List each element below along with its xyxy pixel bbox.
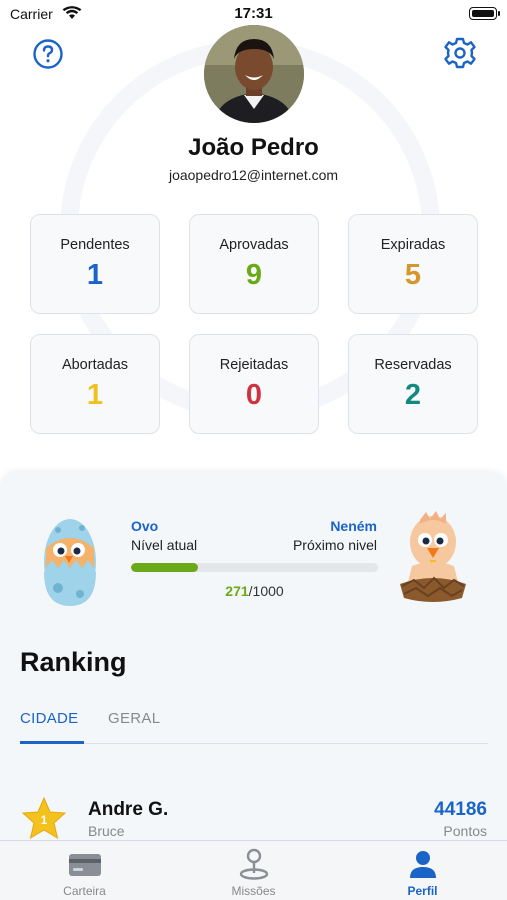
stat-label: Expiradas [380, 237, 446, 253]
next-level-name: Neném [330, 518, 377, 534]
progress-total-points: /1000 [248, 583, 284, 599]
bottom-tab-bar: Carteira Missões Perfil [0, 840, 507, 900]
stat-card-abortadas[interactable]: Abortadas 1 [30, 334, 160, 434]
stat-value: 1 [86, 379, 104, 411]
chick-nest-mascot-icon [398, 508, 468, 613]
user-email: joaopedro12@internet.com [168, 167, 339, 183]
stat-card-aprovadas[interactable]: Aprovadas 9 [189, 214, 319, 314]
tab-missoes[interactable]: Missões [169, 841, 338, 900]
gear-icon [444, 37, 476, 69]
stat-card-rejeitadas[interactable]: Rejeitadas 0 [189, 334, 319, 434]
active-tab-indicator [20, 741, 84, 744]
stat-label: Aprovadas [219, 237, 289, 253]
rank-entry-points: 44186 [434, 799, 487, 820]
avatar[interactable] [204, 25, 304, 123]
rank-position: 1 [40, 813, 48, 827]
rank-entry-points-label: Pontos [443, 823, 487, 839]
tab-divider [20, 743, 488, 744]
map-pin-icon [169, 848, 338, 880]
current-level-label: Nível atual [131, 537, 198, 553]
tab-perfil[interactable]: Perfil [338, 841, 507, 900]
tab-label: Carteira [63, 884, 106, 898]
level-progress-bar [131, 563, 378, 572]
stat-value: 1 [86, 259, 104, 291]
stat-value: 2 [404, 379, 422, 411]
question-circle-icon [33, 39, 63, 69]
tab-label: Missões [231, 884, 276, 898]
stat-card-expiradas[interactable]: Expiradas 5 [348, 214, 478, 314]
level-progress-text: 271/1000 [131, 583, 378, 599]
battery-icon [469, 7, 500, 20]
rank-entry-subtitle: Bruce [88, 823, 125, 839]
stat-label: Abortadas [61, 357, 129, 373]
stat-value: 5 [404, 259, 422, 291]
egg-mascot-icon [38, 508, 102, 613]
tab-geral[interactable]: GERAL [108, 710, 160, 727]
next-level-label: Próximo nivel [292, 537, 377, 553]
wallet-card-icon [0, 849, 169, 879]
clock-time: 17:31 [234, 5, 273, 22]
avatar-photo [204, 25, 304, 123]
current-level-name: Ovo [131, 518, 159, 534]
help-button[interactable] [32, 38, 64, 70]
level-progress-fill [131, 563, 198, 572]
person-icon [338, 849, 507, 879]
stat-label: Rejeitadas [219, 357, 289, 373]
stat-label: Reservadas [374, 357, 452, 373]
tab-cidade[interactable]: CIDADE [20, 710, 78, 727]
settings-button[interactable] [443, 36, 477, 70]
stat-card-reservadas[interactable]: Reservadas 2 [348, 334, 478, 434]
rank-entry-name: Andre G. [88, 799, 169, 820]
stat-card-pendentes[interactable]: Pendentes 1 [30, 214, 160, 314]
tab-label: Perfil [407, 884, 438, 898]
stat-value: 0 [245, 379, 263, 411]
progress-current-points: 271 [225, 583, 249, 599]
stat-value: 9 [245, 259, 263, 291]
user-name: João Pedro [188, 134, 319, 161]
stat-label: Pendentes [60, 237, 130, 253]
tab-carteira[interactable]: Carteira [0, 841, 169, 900]
ranking-title: Ranking [20, 647, 127, 677]
